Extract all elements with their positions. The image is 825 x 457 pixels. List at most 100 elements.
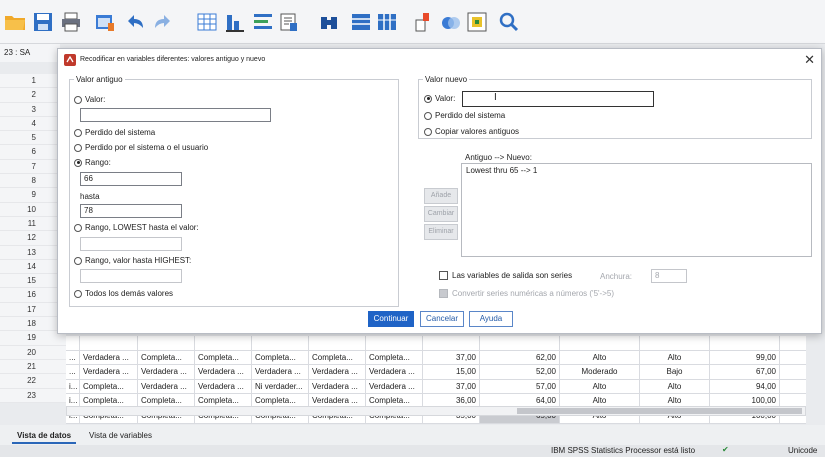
copy-old-values-radio[interactable]: Copiar valores antiguos bbox=[424, 127, 519, 136]
table-cell[interactable]: ... bbox=[66, 350, 80, 365]
table-cell[interactable]: Verdadera ... bbox=[80, 350, 138, 365]
new-system-missing-radio[interactable]: Perdido del sistema bbox=[424, 111, 505, 120]
range-lowest-input[interactable] bbox=[80, 237, 182, 251]
table-cell[interactable]: Alto bbox=[640, 379, 710, 394]
range-from-input[interactable]: 66 bbox=[80, 172, 182, 186]
width-input[interactable]: 8 bbox=[651, 269, 687, 283]
help-button[interactable]: Ayuda bbox=[469, 311, 513, 327]
insert-cases-icon[interactable] bbox=[350, 11, 372, 33]
table-cell[interactable]: Completa... bbox=[80, 379, 138, 394]
table-cell[interactable] bbox=[309, 336, 366, 350]
table-row[interactable] bbox=[66, 336, 806, 351]
cancel-button[interactable]: Cancelar bbox=[420, 311, 464, 327]
table-row[interactable]: ... Verdadera ... Verdadera ... Verdadera .… bbox=[66, 365, 806, 380]
print-icon[interactable] bbox=[60, 11, 82, 33]
convert-numeric-checkbox[interactable]: Convertir series numéricas a números ('5… bbox=[439, 289, 614, 298]
table-cell[interactable]: Completa... bbox=[195, 350, 252, 365]
table-cell[interactable] bbox=[195, 336, 252, 350]
table-cell[interactable] bbox=[366, 336, 423, 350]
table-cell[interactable]: Verdadera ... bbox=[366, 379, 423, 394]
table-cell[interactable]: Completa... bbox=[309, 350, 366, 365]
horizontal-scrollbar[interactable] bbox=[66, 406, 806, 416]
table-cell[interactable]: Verdadera ... bbox=[138, 379, 195, 394]
old-system-user-missing-radio[interactable]: Perdido por el sistema o el usuario bbox=[74, 143, 208, 152]
row-number[interactable]: 22 bbox=[0, 374, 66, 389]
table-cell[interactable] bbox=[423, 336, 480, 350]
table-cell[interactable]: Verdadera ... bbox=[80, 365, 138, 379]
table-row[interactable]: ... Verdadera ... Completa... Completa... Co… bbox=[66, 350, 806, 366]
table-cell[interactable]: Alto bbox=[560, 379, 640, 394]
table-cell[interactable]: 52,00 bbox=[480, 365, 560, 379]
open-folder-icon[interactable] bbox=[4, 11, 26, 33]
range-lowest-radio[interactable]: Rango, LOWEST hasta el valor: bbox=[74, 223, 199, 232]
table-cell[interactable]: Verdadera ... bbox=[309, 365, 366, 379]
range-highest-input[interactable] bbox=[80, 269, 182, 283]
row-number[interactable]: 21 bbox=[0, 359, 66, 375]
table-row[interactable]: i... Completa... Verdadera ... Verdadera ..… bbox=[66, 379, 806, 395]
table-cell[interactable]: Verdadera ... bbox=[366, 365, 423, 379]
table-cell[interactable]: 94,00 bbox=[710, 379, 780, 394]
table-cell[interactable]: Moderado bbox=[560, 365, 640, 379]
output-string-checkbox[interactable]: Las variables de salida son series bbox=[439, 271, 572, 280]
table-cell[interactable]: Alto bbox=[560, 350, 640, 365]
save-icon[interactable] bbox=[32, 11, 54, 33]
change-button[interactable]: Cambiar bbox=[424, 206, 458, 222]
split-file-icon[interactable] bbox=[414, 11, 436, 33]
table-cell[interactable] bbox=[252, 336, 309, 350]
find-icon[interactable] bbox=[318, 11, 340, 33]
table-cell[interactable]: 99,00 bbox=[710, 350, 780, 365]
table-cell[interactable] bbox=[560, 336, 640, 350]
old-value-radio[interactable]: Valor: bbox=[74, 95, 105, 104]
add-button[interactable]: Añade bbox=[424, 188, 458, 204]
redo-icon[interactable] bbox=[152, 11, 174, 33]
table-cell[interactable]: Completa... bbox=[138, 350, 195, 365]
table-cell[interactable] bbox=[710, 336, 780, 350]
table-cell[interactable]: 67,00 bbox=[710, 365, 780, 379]
table-cell[interactable]: Completa... bbox=[366, 350, 423, 365]
table-cell[interactable]: Alto bbox=[640, 350, 710, 365]
table-cell[interactable]: 57,00 bbox=[480, 379, 560, 394]
remove-button[interactable]: Eliminar bbox=[424, 224, 458, 240]
range-highest-radio[interactable]: Rango, valor hasta HIGHEST: bbox=[74, 256, 191, 265]
table-cell[interactable]: Ni verdader... bbox=[252, 379, 309, 394]
table-cell[interactable]: Verdadera ... bbox=[195, 365, 252, 379]
row-number[interactable]: 20 bbox=[0, 345, 66, 360]
old-value-input[interactable] bbox=[80, 108, 271, 122]
all-other-values-radio[interactable]: Todos los demás valores bbox=[74, 289, 173, 298]
run-descriptives-icon[interactable] bbox=[278, 11, 300, 33]
table-cell[interactable]: 62,00 bbox=[480, 350, 560, 365]
table-cell[interactable] bbox=[138, 336, 195, 350]
table-cell[interactable]: ... bbox=[66, 365, 80, 379]
table-cell[interactable]: Verdadera ... bbox=[138, 365, 195, 379]
old-system-missing-radio[interactable]: Perdido del sistema bbox=[74, 128, 155, 137]
table-cell[interactable] bbox=[80, 336, 138, 350]
table-cell[interactable]: Completa... bbox=[252, 350, 309, 365]
search-icon[interactable] bbox=[498, 11, 520, 33]
table-cell[interactable]: Bajo bbox=[640, 365, 710, 379]
goto-variable-icon[interactable] bbox=[224, 11, 246, 33]
tab-variable-view[interactable]: Vista de variables bbox=[84, 428, 157, 444]
weight-cases-icon[interactable] bbox=[440, 11, 462, 33]
mapping-list[interactable]: Lowest thru 65 --> 1 bbox=[461, 163, 812, 257]
variables-icon[interactable] bbox=[252, 11, 274, 33]
new-value-radio[interactable]: Valor: bbox=[424, 94, 455, 103]
insert-variable-icon[interactable] bbox=[376, 11, 398, 33]
new-value-input[interactable]: I bbox=[462, 91, 654, 107]
table-cell[interactable]: 15,00 bbox=[423, 365, 480, 379]
table-cell[interactable]: i... bbox=[66, 379, 80, 394]
scrollbar-thumb[interactable] bbox=[517, 408, 802, 414]
select-cases-icon[interactable] bbox=[466, 11, 488, 33]
undo-icon[interactable] bbox=[124, 11, 146, 33]
table-cell[interactable] bbox=[640, 336, 710, 350]
table-cell[interactable]: 37,00 bbox=[423, 350, 480, 365]
table-cell[interactable]: 37,00 bbox=[423, 379, 480, 394]
mapping-item[interactable]: Lowest thru 65 --> 1 bbox=[462, 164, 811, 177]
table-cell[interactable]: Verdadera ... bbox=[195, 379, 252, 394]
tab-data-view[interactable]: Vista de datos bbox=[12, 428, 77, 444]
table-cell[interactable] bbox=[66, 336, 80, 350]
range-radio[interactable]: Rango: bbox=[74, 158, 111, 167]
row-number[interactable]: 23 bbox=[0, 388, 66, 403]
dialog-recall-icon[interactable] bbox=[94, 11, 116, 33]
table-cell[interactable] bbox=[480, 336, 560, 350]
range-to-input[interactable]: 78 bbox=[80, 204, 182, 218]
